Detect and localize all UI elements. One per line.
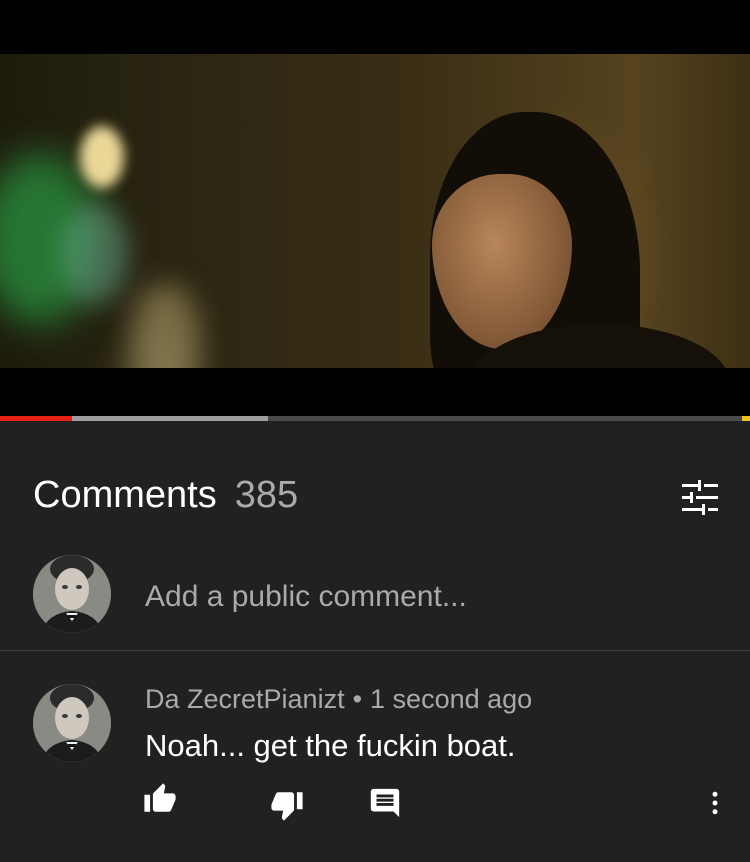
video-progress-bar[interactable] <box>0 416 750 421</box>
comments-header: Comments 385 <box>33 474 298 524</box>
video-player[interactable] <box>0 0 750 418</box>
progress-end-marker <box>742 416 750 421</box>
divider <box>0 650 750 651</box>
comments-title: Comments <box>33 474 217 516</box>
bokeh-light <box>60 204 130 304</box>
thumb-up-icon[interactable] <box>143 782 183 822</box>
thumb-down-icon[interactable] <box>270 788 310 828</box>
avatar <box>33 555 111 633</box>
video-frame[interactable] <box>0 54 750 368</box>
comment-text: Noah... get the fuckin boat. <box>145 728 516 763</box>
comments-count: 385 <box>234 474 299 516</box>
comment-time[interactable]: 1 second ago <box>370 684 532 714</box>
comment-actions <box>0 782 750 842</box>
meta-separator: • <box>352 684 363 714</box>
more-vert-icon[interactable] <box>700 786 740 826</box>
add-comment-row[interactable]: Add a public comment... <box>0 552 750 648</box>
add-comment-input[interactable]: Add a public comment... <box>145 580 467 614</box>
avatar[interactable] <box>33 684 111 762</box>
comments-section: Comments 385 Add a public comment... Da … <box>0 442 750 862</box>
reply-icon[interactable] <box>368 786 408 826</box>
progress-played <box>0 416 72 421</box>
bokeh-light <box>80 126 124 188</box>
sort-filter-icon[interactable] <box>680 478 720 518</box>
comment-author[interactable]: Da ZecretPianizt <box>145 684 345 714</box>
comment-meta: Da ZecretPianizt • 1 second ago <box>145 684 532 715</box>
comment-item: Da ZecretPianizt • 1 second ago Noah... ge… <box>0 682 750 862</box>
